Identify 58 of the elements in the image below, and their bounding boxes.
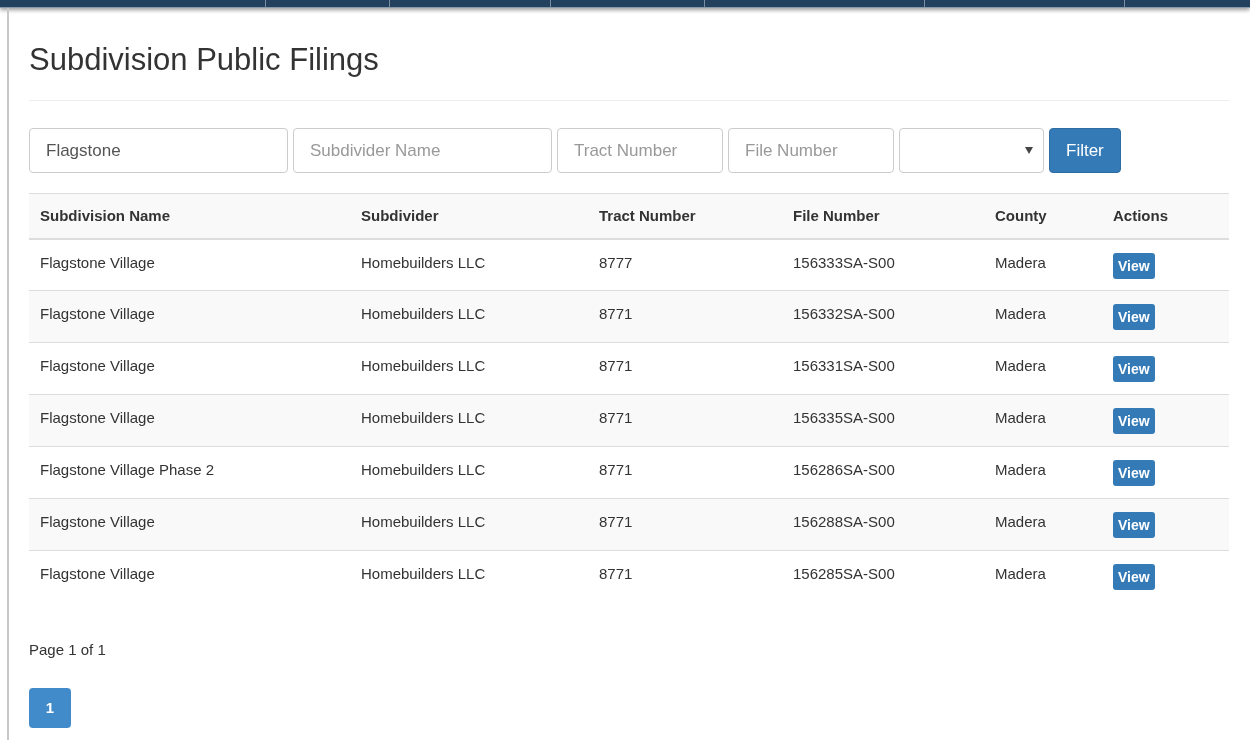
caret-icon xyxy=(1025,147,1033,154)
table-cell: Homebuilders LLC xyxy=(361,357,486,374)
page-info: Page 1 of 1 xyxy=(29,639,106,660)
table-cell: 8771 xyxy=(599,357,633,374)
table-cell: 156333SA-S00 xyxy=(793,253,895,271)
table-cell: Flagstone Village Phase 2 xyxy=(40,461,214,478)
table-cell: Homebuilders LLC xyxy=(361,513,486,530)
table-cell: Madera xyxy=(995,253,1046,271)
table-cell: Flagstone Village xyxy=(40,513,155,530)
table-cell: Homebuilders LLC xyxy=(361,409,486,426)
column-header: Actions xyxy=(1113,206,1168,224)
column-header: Tract Number xyxy=(599,206,696,224)
table-cell: 8771 xyxy=(599,409,633,426)
table-cell: Flagstone Village xyxy=(40,357,155,374)
view-button[interactable]: View xyxy=(1113,460,1155,486)
view-button[interactable]: View xyxy=(1113,356,1155,382)
table-cell: 8771 xyxy=(599,461,633,478)
dropdown[interactable] xyxy=(899,128,1044,173)
filter-button[interactable]: Filter xyxy=(1049,128,1121,173)
table-cell: 156331SA-S00 xyxy=(793,357,895,374)
table-cell: Madera xyxy=(995,565,1046,582)
table-cell: Madera xyxy=(995,357,1046,374)
table-cell: Flagstone Village xyxy=(40,409,155,426)
table-cell: Flagstone Village xyxy=(40,253,155,271)
table-cell: 156285SA-S00 xyxy=(793,565,895,582)
table-cell: Flagstone Village xyxy=(40,565,155,582)
page-button[interactable]: 1 xyxy=(29,688,71,728)
table-cell: 156332SA-S00 xyxy=(793,305,895,322)
table-cell: 156288SA-S00 xyxy=(793,513,895,530)
table-cell: Homebuilders LLC xyxy=(361,305,486,322)
table-cell: Flagstone Village xyxy=(40,305,155,322)
table-cell: 8771 xyxy=(599,565,633,582)
table-cell: 156286SA-S00 xyxy=(793,461,895,478)
table-cell: 8771 xyxy=(599,513,633,530)
view-button[interactable]: View xyxy=(1113,304,1155,330)
view-button[interactable]: View xyxy=(1113,408,1155,434)
input-field[interactable]: Subdivider Name xyxy=(293,128,552,173)
table-cell: Homebuilders LLC xyxy=(361,565,486,582)
table-cell: Madera xyxy=(995,409,1046,426)
table-cell: Homebuilders LLC xyxy=(361,461,486,478)
view-button[interactable]: View xyxy=(1113,512,1155,538)
table-cell: 156335SA-S00 xyxy=(793,409,895,426)
column-header: Subdivision Name xyxy=(40,206,171,224)
table-cell: Madera xyxy=(995,461,1046,478)
table-cell: 8777 xyxy=(599,253,633,271)
column-header: County xyxy=(995,206,1047,224)
page-title: Subdivision Public Filings xyxy=(29,8,1230,101)
view-button[interactable]: View xyxy=(1113,564,1155,590)
input-field[interactable]: Flagstone xyxy=(29,128,288,173)
table-cell: 8771 xyxy=(599,305,633,322)
table-cell: Madera xyxy=(995,513,1046,530)
table-cell: Homebuilders LLC xyxy=(361,253,486,271)
table-cell: Madera xyxy=(995,305,1046,322)
input-field[interactable]: File Number xyxy=(728,128,894,173)
view-button[interactable]: View xyxy=(1113,252,1155,279)
input-field[interactable]: Tract Number xyxy=(557,128,723,173)
column-header: File Number xyxy=(793,206,880,224)
column-header: Subdivider xyxy=(361,206,439,224)
